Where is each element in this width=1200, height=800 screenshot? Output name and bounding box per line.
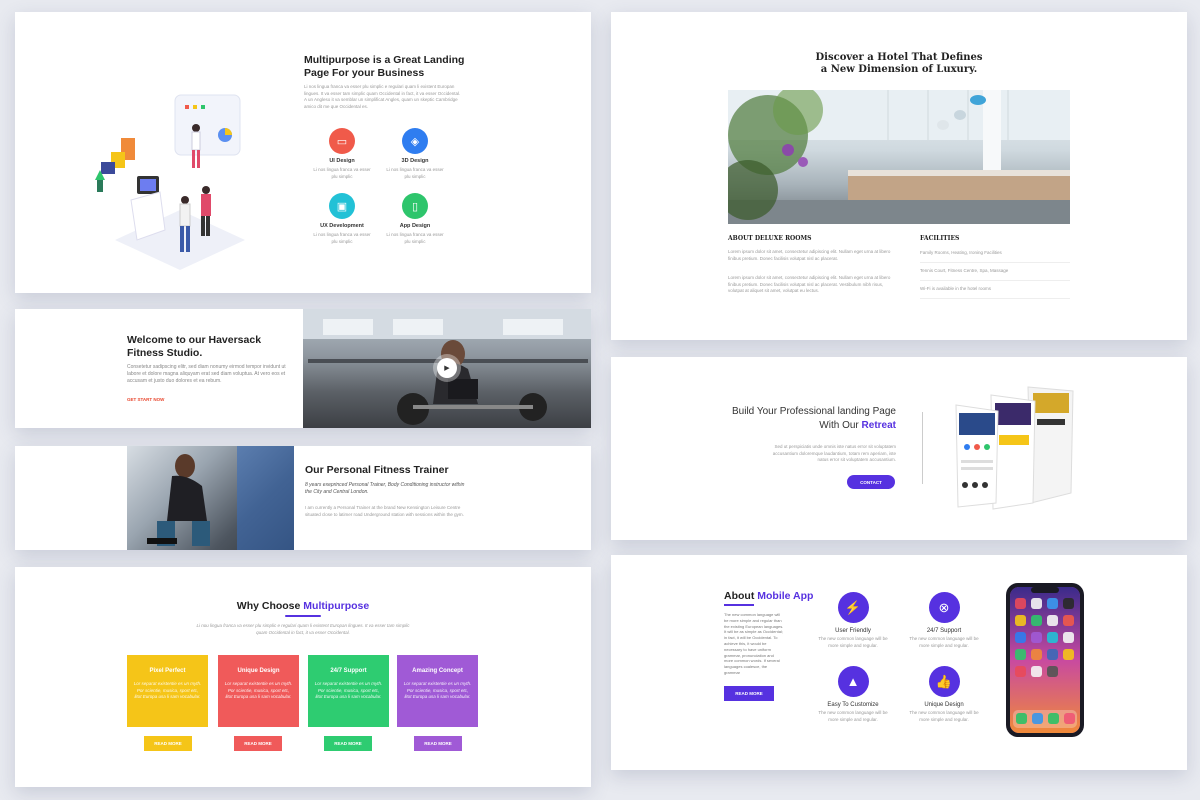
multipurpose-intro: Li nos lingua franca va esser plu simpli… — [304, 84, 461, 109]
read-more-button[interactable]: READ MORE — [414, 736, 462, 751]
title-underline — [285, 615, 321, 617]
service-ux-development: ▣ UX Development Li nos lingua franca va… — [312, 193, 372, 245]
play-video-button[interactable]: ▶ — [437, 358, 457, 378]
read-more-button[interactable]: READ MORE — [324, 736, 372, 751]
hotel-title: Discover a Hotel That Defines a New Dime… — [815, 52, 983, 75]
service-app-design: ▯ App Design Li nos lingua franca va ess… — [385, 193, 445, 245]
retreat-title: Build Your Professional landing Page Wit… — [731, 406, 896, 431]
title-underline — [724, 604, 754, 606]
trainer-title: Our Personal Fitness Trainer — [305, 464, 449, 476]
feature-user-friendly: ⚡ User Friendly The new common language … — [817, 592, 889, 649]
mobile-icon: ▯ — [402, 193, 428, 219]
hotel-section: Discover a Hotel That Defines a New Dime… — [611, 12, 1187, 340]
welcome-desc: Consetetur sadipscing elitr, sed diam no… — [127, 364, 286, 384]
multipurpose-section: Multipurpose is a Great Landing Page For… — [15, 12, 591, 293]
welcome-fitness-section: Welcome to our Haversack Fitness Studio.… — [15, 309, 591, 428]
rooms-paragraph-2: Lorem ipsum dolor sit amet, consectetur … — [728, 275, 891, 293]
welcome-title: Welcome to our Haversack Fitness Studio. — [127, 334, 262, 359]
facility-item: Wi-Fi is available in the hotel rooms — [920, 286, 1070, 299]
support-icon: ⊗ — [928, 592, 960, 623]
contact-button[interactable]: CONTACT — [847, 475, 895, 489]
facility-item: Family Rooms, Heating, Ironing Facilitie… — [920, 250, 1070, 263]
feature-card-amazing-concept: Amazing Concept Lor separat existentie e… — [397, 655, 478, 727]
feature-support: ⊗ 24/7 Support The new common language w… — [908, 592, 980, 649]
landing-page-mockups — [955, 386, 1074, 510]
mobile-desc: The new common language will be more sim… — [724, 612, 784, 675]
facility-item: Tennis Court, Fitness Centre, Spa, Massa… — [920, 268, 1070, 281]
multipurpose-title: Multipurpose is a Great Landing Page For… — [304, 54, 465, 79]
why-title: Why Choose Multipurpose — [236, 600, 370, 612]
trainer-desc: I am currently a Personal Trainer at the… — [305, 505, 464, 517]
gym-photo: ▶ — [303, 309, 591, 428]
feature-card-pixel-perfect: Pixel Perfect Lor separat existentie es … — [127, 655, 208, 727]
service-ui-design: ▭ UI Design Li nos lingua franca va esse… — [312, 128, 372, 180]
bolt-icon: ⚡ — [837, 592, 869, 623]
feature-easy-customize: ▲ Easy To Customize The new common langu… — [817, 666, 889, 723]
mobile-title: About Mobile App — [724, 590, 814, 602]
smartphone-mockup — [1006, 583, 1084, 737]
thumbs-up-icon: 👍 — [928, 666, 960, 697]
retreat-desc: Sed ut perspiciatis unde omnis iste natu… — [772, 444, 896, 462]
why-intro: Li nou lingua franca va esser plu simpli… — [196, 623, 410, 635]
personal-trainer-section: Our Personal Fitness Trainer 8 years exe… — [15, 446, 591, 550]
trainer-subtitle: 8 years exeprinced Personal Trainer, Bod… — [305, 482, 465, 495]
hotel-lobby-photo — [728, 90, 1070, 224]
trainer-photo — [127, 446, 294, 550]
read-more-button[interactable]: READ MORE — [234, 736, 282, 751]
mobile-app-section: About Mobile App The new common language… — [611, 555, 1187, 770]
read-more-button[interactable]: READ MORE — [724, 686, 774, 701]
code-window-icon: ▣ — [329, 193, 355, 219]
monitor-icon: ▭ — [329, 128, 355, 154]
rooms-paragraph-1: Lorem ipsum dolor sit amet, consectetur … — [728, 249, 891, 261]
feature-unique-design: 👍 Unique Design The new common language … — [908, 666, 980, 723]
road-icon: ▲ — [837, 666, 869, 697]
isometric-illustration — [95, 94, 245, 270]
about-rooms-heading: ABOUT DELUXE ROOMS — [728, 235, 812, 242]
facilities-heading: FACILITIES — [920, 235, 960, 242]
read-more-button[interactable]: READ MORE — [144, 736, 192, 751]
feature-card-support: 24/7 Support Lor separat existentie es u… — [308, 655, 389, 727]
feature-card-unique-design: Unique Design Lor separat existentie es … — [218, 655, 299, 727]
cube-icon: ◈ — [402, 128, 428, 154]
get-start-now-link[interactable]: GET START NOW — [127, 397, 164, 402]
retreat-section: Build Your Professional landing Page Wit… — [611, 357, 1187, 540]
divider — [922, 412, 923, 484]
service-3d-design: ◈ 3D Design Li nos lingua franca va esse… — [385, 128, 445, 180]
why-choose-section: Why Choose Multipurpose Li nou lingua fr… — [15, 567, 591, 787]
